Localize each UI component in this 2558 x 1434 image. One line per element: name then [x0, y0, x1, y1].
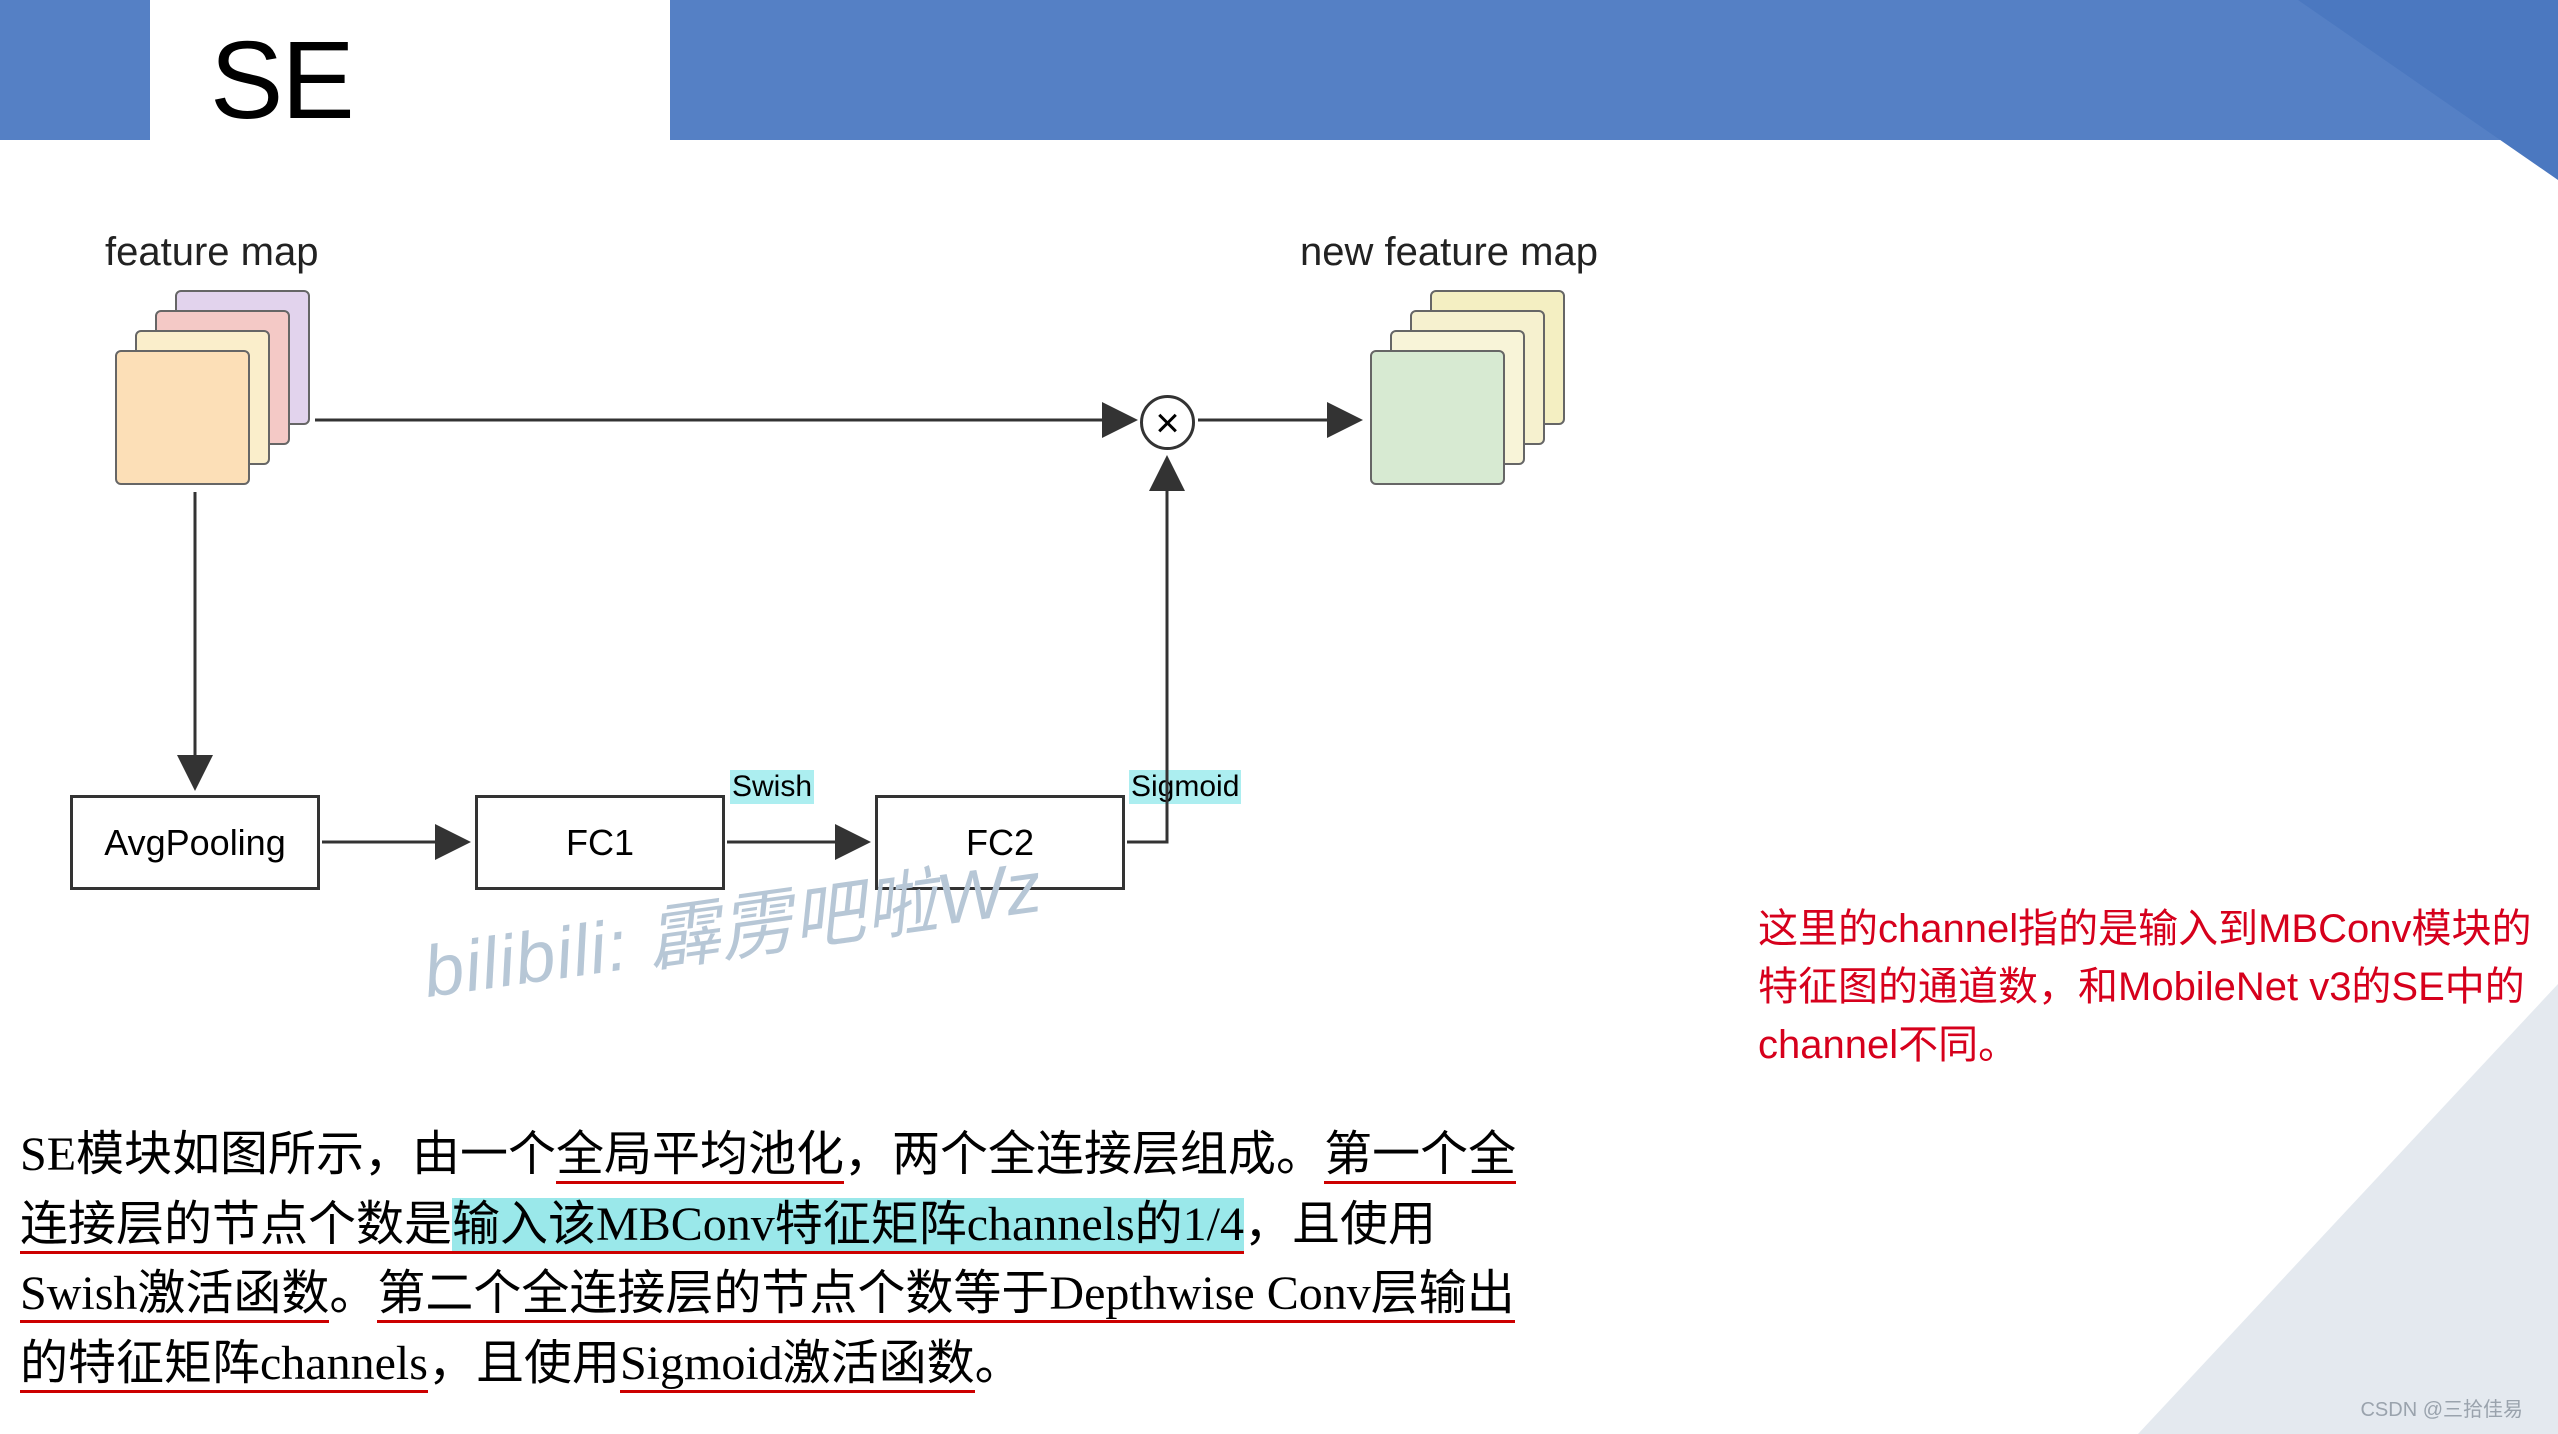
- t-underline-highlight: 输入该MBConv特征矩阵channels的1/4: [452, 1198, 1244, 1254]
- t: ，且使用: [1244, 1198, 1436, 1251]
- header-corner-wedge: [2298, 0, 2558, 180]
- csdn-watermark: CSDN @三拾佳易: [2360, 1393, 2523, 1422]
- t: 。: [975, 1337, 1023, 1390]
- t: ，两个全连接层组成。: [844, 1128, 1324, 1181]
- corner-triangle: [2138, 984, 2558, 1434]
- t-underline: Sigmoid激活函数: [620, 1337, 975, 1393]
- t: SE模块如图所示，由一个: [20, 1128, 556, 1181]
- page-title: SE: [210, 17, 353, 144]
- t-underline: 全局平均池化: [556, 1128, 844, 1184]
- t-underline: Swish激活函数: [20, 1267, 329, 1323]
- body-text: SE模块如图所示，由一个全局平均池化，两个全连接层组成。第一个全连接层的节点个数…: [20, 1120, 1550, 1398]
- title-box: SE: [150, 0, 670, 160]
- t: 。: [329, 1267, 377, 1320]
- t: ，且使用: [428, 1337, 620, 1390]
